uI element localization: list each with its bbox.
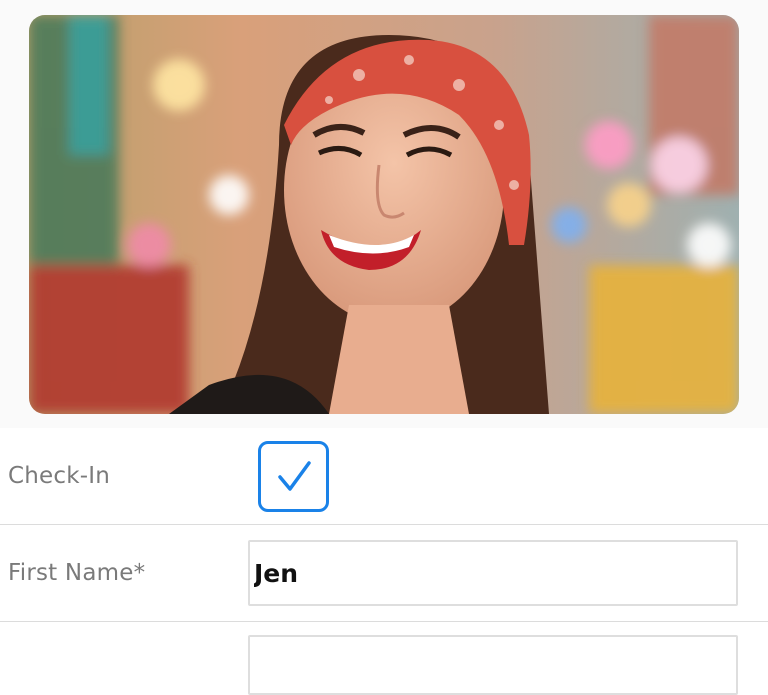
profile-photo-image [29, 15, 739, 414]
next-field-input[interactable] [248, 635, 738, 695]
checkmark-icon [277, 460, 311, 491]
checkin-checkbox[interactable] [258, 441, 329, 512]
photo-section [0, 0, 768, 428]
first-name-label: First Name* [8, 560, 146, 586]
first-name-row: First Name* [0, 525, 768, 622]
checkin-label: Check-In [8, 463, 111, 489]
profile-photo [29, 15, 739, 414]
checkin-row: Check-In [0, 428, 768, 525]
next-field-row [0, 622, 768, 695]
first-name-field[interactable] [248, 540, 738, 606]
